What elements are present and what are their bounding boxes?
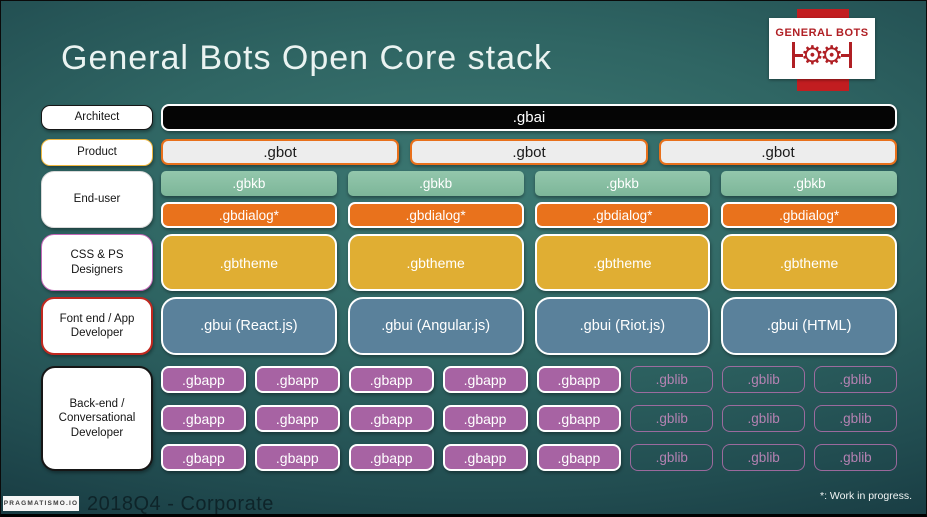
gblib-box: .gblib: [630, 405, 714, 432]
gbkb-box: .gbkb: [347, 171, 524, 196]
general-bots-logo: GENERAL BOTS ⚙ ⚙: [769, 18, 875, 79]
gblib-box: .gblib: [722, 405, 806, 432]
gbkb-box: .gbkb: [721, 171, 897, 196]
gbui-box: .gbui (HTML): [721, 297, 897, 355]
role-label-front-end-app-developer: Font end / App Developer: [41, 297, 153, 355]
gbdialog-box: .gbdialog*: [161, 202, 337, 228]
gbot-box: .gbot: [659, 139, 897, 165]
role-label-back-end-conversational-developer: Back-end / Conversational Developer: [41, 366, 153, 471]
gbai-row: .gbai: [161, 104, 897, 131]
gbdialog-box: .gbdialog*: [347, 202, 524, 228]
gbdialog-box: .gbdialog*: [721, 202, 897, 228]
gblib-box: .gblib: [814, 366, 897, 393]
gbot-box: .gbot: [410, 139, 648, 165]
gbapp-box: .gbapp: [254, 366, 340, 393]
gblib-box: .gblib: [630, 444, 714, 471]
gear-frame-right-bar: [849, 42, 853, 68]
gbapp-box: .gbapp: [161, 444, 246, 471]
pragmatismo-badge: PRAGMATISMO.IO: [3, 496, 79, 511]
gbtheme-box: .gbtheme: [161, 234, 337, 291]
role-label-product: Product: [41, 139, 153, 166]
gbtheme-box: .gbtheme: [721, 234, 897, 291]
gbapp-box: .gbapp: [536, 366, 622, 393]
gbapp-box: .gbapp: [442, 444, 528, 471]
gbapp-box: .gbapp: [254, 444, 340, 471]
gbapp-gblib-row-1: .gbapp .gbapp .gbapp .gbapp .gbapp .gblib .gbl…: [161, 366, 897, 393]
role-label-css-ps-designers: CSS & PS Designers: [41, 234, 153, 291]
gblib-box: .gblib: [814, 405, 897, 432]
gbkb-row: .gbkb .gbkb .gbkb .gbkb: [161, 171, 897, 196]
gbtheme-box: .gbtheme: [347, 234, 524, 291]
gbot-box: .gbot: [161, 139, 399, 165]
gbapp-box: .gbapp: [348, 366, 434, 393]
work-in-progress-note: *: Work in progress.: [819, 490, 912, 502]
gbapp-box: .gbapp: [161, 405, 246, 432]
gbtheme-row: .gbtheme .gbtheme .gbtheme .gbtheme: [161, 234, 897, 291]
gbdialog-box: .gbdialog*: [534, 202, 711, 228]
gbapp-gblib-row-3: .gbapp .gbapp .gbapp .gbapp .gbapp .gblib .gbl…: [161, 444, 897, 471]
logo-text: GENERAL BOTS: [775, 27, 869, 39]
gbtheme-box: .gbtheme: [534, 234, 711, 291]
role-label-architect: Architect: [41, 105, 153, 130]
gblib-box: .gblib: [630, 366, 714, 393]
gbot-row: .gbot .gbot .gbot: [161, 139, 897, 165]
gbapp-box: .gbapp: [536, 405, 622, 432]
gbui-box: .gbui (React.js): [161, 297, 337, 355]
role-label-end-user: End-user: [41, 171, 153, 228]
gblib-box: .gblib: [722, 444, 806, 471]
gbui-box: .gbui (Angular.js): [347, 297, 524, 355]
gear-icon: ⚙: [820, 40, 844, 70]
gbapp-box: .gbapp: [254, 405, 340, 432]
gbkb-box: .gbkb: [161, 171, 337, 196]
gbapp-box: .gbapp: [348, 444, 434, 471]
gblib-box: .gblib: [814, 444, 897, 471]
gbapp-box: .gbapp: [161, 366, 246, 393]
gbapp-box: .gbapp: [348, 405, 434, 432]
gear-frame-right-line: [841, 53, 850, 57]
gbapp-gblib-row-2: .gbapp .gbapp .gbapp .gbapp .gbapp .gblib .gbl…: [161, 405, 897, 432]
gbai-box: .gbai: [161, 104, 897, 131]
gbui-row: .gbui (React.js) .gbui (Angular.js) .gbui …: [161, 297, 897, 355]
page-title: General Bots Open Core stack: [61, 39, 553, 77]
gbapp-box: .gbapp: [536, 444, 622, 471]
footer-date-text: 2018Q4 - Corporate: [87, 493, 274, 515]
gbdialog-row: .gbdialog* .gbdialog* .gbdialog* .gbdialog*: [161, 202, 897, 228]
slide: General Bots Open Core stack GENERAL BOT…: [0, 0, 927, 517]
gears-icon: ⚙ ⚙: [791, 40, 853, 70]
gbapp-box: .gbapp: [442, 405, 528, 432]
gbapp-box: .gbapp: [442, 366, 528, 393]
gbkb-box: .gbkb: [534, 171, 711, 196]
gblib-box: .gblib: [722, 366, 806, 393]
gbui-box: .gbui (Riot.js): [534, 297, 711, 355]
